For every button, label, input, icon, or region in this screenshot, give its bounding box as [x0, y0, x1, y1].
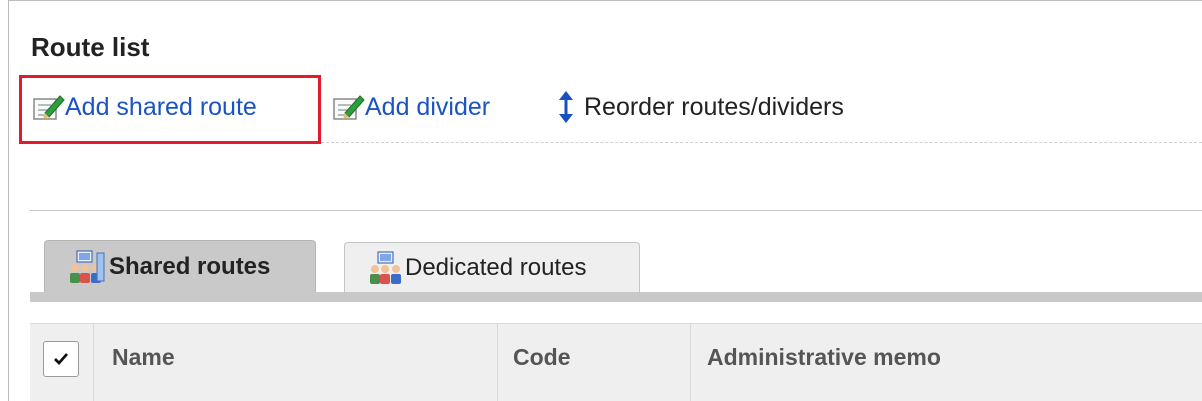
column-separator	[497, 323, 498, 401]
table-header	[30, 323, 1202, 401]
reorder-button[interactable]: Reorder routes/dividers	[555, 89, 844, 125]
column-header-name[interactable]: Name	[112, 344, 175, 371]
column-header-memo[interactable]: Administrative memo	[707, 344, 941, 371]
reorder-label[interactable]: Reorder routes/dividers	[584, 93, 844, 122]
tab-shared-routes-label: Shared routes	[109, 252, 271, 280]
select-all-checkbox[interactable]	[43, 341, 79, 377]
page-title: Route list	[31, 32, 150, 62]
column-separator	[93, 323, 94, 401]
users-group-icon	[70, 249, 105, 283]
column-header-code[interactable]: Code	[513, 344, 571, 371]
add-divider-link[interactable]: Add divider	[365, 93, 490, 122]
tab-dedicated-routes-label: Dedicated routes	[405, 253, 587, 281]
tab-dedicated-routes[interactable]: Dedicated routes	[344, 242, 640, 292]
toolbar-divider	[321, 142, 1202, 143]
column-separator	[690, 323, 691, 401]
tab-bar	[30, 292, 1202, 302]
section-divider	[30, 210, 1202, 211]
add-divider-button[interactable]: Add divider	[331, 89, 490, 125]
edit-icon	[333, 95, 365, 120]
highlight-box	[19, 75, 321, 144]
users-group-icon	[370, 250, 401, 284]
reorder-icon	[559, 91, 573, 123]
tab-shared-routes[interactable]: Shared routes	[44, 240, 316, 292]
checkmark-icon	[54, 353, 69, 366]
